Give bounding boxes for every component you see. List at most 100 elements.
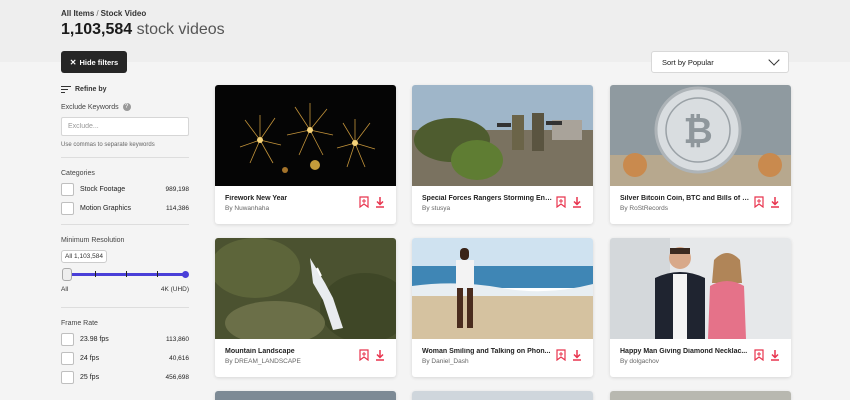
slider-max-label: 4K (UHD) (160, 286, 189, 293)
video-card[interactable] (215, 391, 396, 400)
video-author[interactable]: By dolgachov (620, 358, 659, 365)
checkbox[interactable] (61, 333, 74, 346)
svg-text:₿: ₿ (683, 110, 712, 151)
sort-dropdown[interactable]: Sort by Popular (651, 51, 789, 73)
frame-rate-option-count: 113,860 (165, 336, 189, 343)
video-thumbnail[interactable] (215, 238, 396, 339)
video-card[interactable]: Happy Man Giving Diamond Necklac... By d… (610, 238, 791, 377)
video-thumbnail[interactable] (412, 238, 593, 339)
slider-tick (95, 271, 96, 277)
video-author[interactable]: By Daniel_Dash (422, 358, 469, 365)
video-thumbnail[interactable] (610, 391, 791, 400)
slider-track[interactable] (63, 273, 187, 276)
video-author[interactable]: By RoStRecords (620, 205, 668, 212)
slider-labels: All 4K (UHD) (61, 286, 189, 293)
video-card[interactable] (610, 391, 791, 400)
video-title[interactable]: Woman Smiling and Talking on Phon... (422, 348, 554, 355)
video-card[interactable]: ₿ Silver Bitcoin Coin, BTC and Bills of … (610, 85, 791, 224)
bookmark-icon[interactable] (556, 349, 566, 361)
slider-tick (126, 271, 127, 277)
bookmark-icon[interactable] (754, 349, 764, 361)
close-icon: ✕ (69, 57, 77, 67)
video-title[interactable]: Mountain Landscape (225, 348, 357, 355)
checkbox[interactable] (61, 371, 74, 384)
minimum-resolution-label: Minimum Resolution (61, 237, 125, 244)
category-count: 989,198 (165, 186, 190, 193)
exclude-keywords-text: Exclude Keywords (61, 103, 119, 111)
frame-rate-option[interactable]: 24 fps 40,616 (61, 352, 189, 365)
video-author[interactable]: By stusya (422, 205, 450, 212)
category-stock-footage[interactable]: Stock Footage 989,198 (61, 183, 189, 196)
video-title[interactable]: Silver Bitcoin Coin, BTC and Bills of D.… (620, 195, 752, 202)
filter-icon (61, 86, 71, 93)
divider (61, 157, 189, 158)
frame-rate-option-count: 40,616 (169, 355, 189, 362)
bookmark-icon[interactable] (556, 196, 566, 208)
download-icon[interactable] (572, 350, 582, 361)
frame-rate-option-label: 23.98 fps (80, 336, 109, 343)
frame-rate-option-count: 456,698 (165, 374, 190, 381)
bookmark-icon[interactable] (359, 196, 369, 208)
slider-tooltip: All 1,103,584 (61, 250, 107, 263)
exclude-keywords-hint: Use commas to separate keywords (61, 142, 155, 148)
frame-rate-option[interactable]: 23.98 fps 113,860 (61, 333, 189, 346)
sort-label: Sort by Popular (662, 57, 714, 67)
breadcrumb-separator: / (96, 9, 99, 18)
video-title[interactable]: Special Forces Rangers Storming Ene... (422, 195, 554, 202)
download-icon[interactable] (770, 197, 780, 208)
breadcrumb-all-items[interactable]: All Items (61, 9, 94, 18)
category-count: 114,386 (165, 205, 189, 212)
breadcrumb: All Items / Stock Video (61, 9, 146, 18)
refine-label: Refine by (75, 86, 107, 93)
checkbox[interactable] (61, 352, 74, 365)
frame-rate-option-label: 25 fps (80, 374, 100, 381)
exclude-keywords-label: Exclude Keywords ? (61, 103, 189, 111)
video-thumbnail[interactable] (215, 391, 396, 400)
slider-tick (157, 271, 158, 277)
checkbox[interactable] (61, 183, 74, 196)
help-icon[interactable]: ? (122, 103, 131, 111)
video-thumbnail[interactable] (610, 238, 791, 339)
exclude-keywords-input[interactable] (61, 117, 189, 136)
page-title-suffix: stock videos (136, 21, 225, 38)
category-label: Stock Footage (80, 186, 126, 193)
video-thumbnail[interactable] (215, 85, 396, 186)
video-card[interactable]: Woman Smiling and Talking on Phon... By … (412, 238, 593, 377)
bookmark-icon[interactable] (359, 349, 369, 361)
video-title[interactable]: Happy Man Giving Diamond Necklac... (620, 348, 752, 355)
bookmark-icon[interactable] (754, 196, 764, 208)
resolution-slider[interactable]: All 1,103,584 All 4K (UHD) (61, 250, 189, 298)
hide-filters-label: Hide filters (79, 57, 119, 67)
video-author[interactable]: By DREAM_LANDSCAPE (225, 358, 301, 365)
video-title[interactable]: Firework New Year (225, 195, 357, 202)
frame-rate-option[interactable]: 25 fps 456,698 (61, 371, 189, 384)
video-thumbnail[interactable]: ₿ (610, 85, 791, 186)
result-count: 1,103,584 (61, 21, 133, 38)
download-icon[interactable] (770, 350, 780, 361)
categories-label: Categories (61, 170, 95, 177)
breadcrumb-stock-video[interactable]: Stock Video (101, 9, 147, 18)
filter-sidebar: Refine by Exclude Keywords ? Use commas … (61, 86, 189, 384)
download-icon[interactable] (375, 350, 385, 361)
slider-handle[interactable] (62, 268, 72, 281)
hide-filters-button[interactable]: ✕ Hide filters (61, 51, 127, 73)
video-card[interactable]: Mountain Landscape By DREAM_LANDSCAPE (215, 238, 396, 377)
divider (61, 224, 189, 225)
video-thumbnail[interactable] (412, 85, 593, 186)
category-motion-graphics[interactable]: Motion Graphics 114,386 (61, 202, 189, 215)
frame-rate-label: Frame Rate (61, 320, 98, 327)
video-card[interactable]: Firework New Year By Nuwanhaha (215, 85, 396, 224)
download-icon[interactable] (375, 197, 385, 208)
checkbox[interactable] (61, 202, 74, 215)
slider-min-label: All (61, 286, 69, 293)
refine-header: Refine by (61, 86, 189, 93)
frame-rate-option-label: 24 fps (80, 355, 100, 362)
chevron-down-icon (768, 54, 780, 66)
slider-end-handle[interactable] (182, 271, 189, 278)
category-label: Motion Graphics (80, 205, 131, 212)
video-thumbnail[interactable] (412, 391, 593, 400)
video-card[interactable] (412, 391, 593, 400)
video-author[interactable]: By Nuwanhaha (225, 205, 269, 212)
download-icon[interactable] (572, 197, 582, 208)
video-card[interactable]: Special Forces Rangers Storming Ene... B… (412, 85, 593, 224)
